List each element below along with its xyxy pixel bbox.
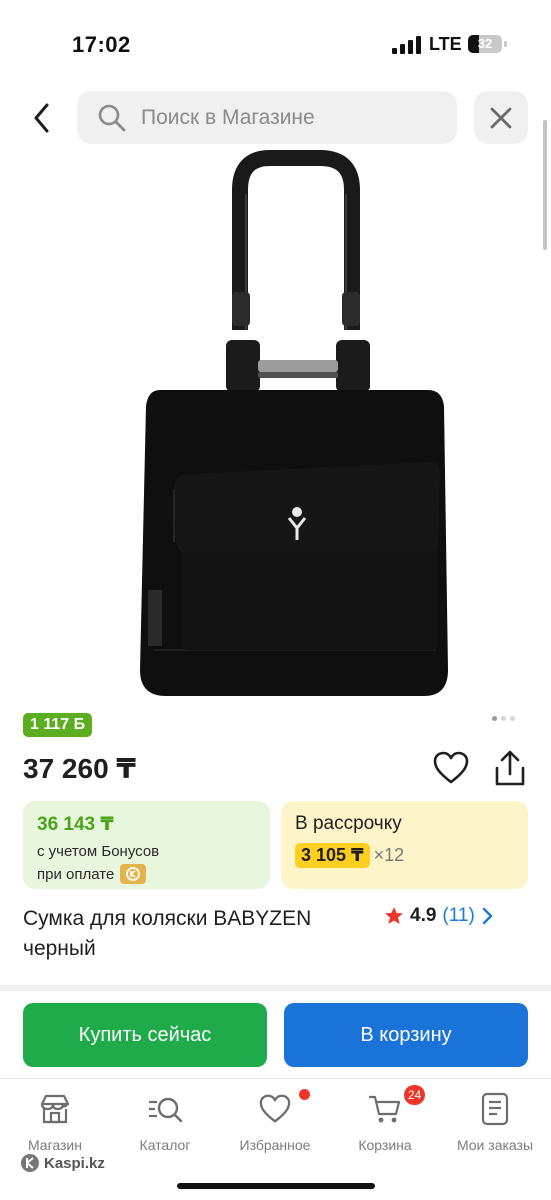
status-bar: 17:02 LTE 32	[0, 0, 551, 88]
installment-card[interactable]: В рассрочку 3 105 ₸ ×12	[281, 801, 528, 889]
cart-icon	[368, 1095, 401, 1123]
tab-shop[interactable]: Магазин	[0, 1091, 110, 1153]
network-label: LTE	[429, 34, 462, 54]
add-to-cart-button[interactable]: В корзину	[284, 1003, 528, 1067]
gallery-dot[interactable]	[501, 716, 506, 721]
tab-label: Корзина	[358, 1137, 412, 1153]
signal-icon	[392, 36, 422, 54]
product-rating[interactable]: 4.9 (11)	[384, 904, 493, 928]
search-placeholder: Поиск в Магазине	[141, 105, 315, 129]
share-button[interactable]	[492, 750, 528, 788]
installment-title: В рассрочку	[295, 813, 402, 834]
installment-months: ×12	[373, 845, 405, 865]
close-icon	[490, 107, 512, 128]
review-count[interactable]: (11)	[442, 905, 474, 927]
tab-cart[interactable]: 24 Корзина	[330, 1085, 440, 1153]
cart-count-badge: 24	[404, 1085, 426, 1105]
gallery-dot[interactable]	[492, 716, 497, 721]
brand-footer: Kaspi.kz	[20, 1153, 105, 1173]
battery-level: 32	[477, 36, 493, 51]
tab-label: Мои заказы	[456, 1137, 534, 1153]
back-button[interactable]	[22, 96, 62, 140]
favorite-button[interactable]	[433, 751, 469, 785]
clear-search-button[interactable]	[474, 91, 528, 144]
star-icon	[385, 907, 403, 924]
search-input[interactable]: Поиск в Магазине	[77, 91, 457, 144]
kaspi-logo-icon	[120, 864, 147, 884]
search-icon	[98, 104, 126, 131]
product-price: 37 260 ₸	[23, 753, 136, 784]
battery-icon: 32	[468, 35, 502, 53]
home-indicator	[177, 1183, 375, 1189]
bonus-note-payment: при оплате	[37, 865, 115, 883]
stroller-bag-illustration	[140, 150, 448, 696]
product-title: Сумка для коляски BABYZEN черный	[23, 907, 312, 960]
rating-score: 4.9	[410, 905, 437, 926]
installment-amount: 3 105 ₸	[295, 843, 370, 868]
catalog-search-icon	[149, 1097, 183, 1123]
chevron-right-icon	[482, 907, 493, 925]
notification-dot	[299, 1089, 310, 1100]
scroll-indicator	[543, 120, 547, 250]
bonus-badge: 1 117 Б	[23, 713, 93, 737]
heart-icon	[259, 1094, 291, 1123]
kaspi-logo-icon	[21, 1154, 39, 1172]
orders-icon	[481, 1092, 509, 1126]
heart-icon	[433, 751, 469, 784]
gallery-dot[interactable]	[510, 716, 515, 721]
buy-now-button[interactable]: Купить сейчас	[23, 1003, 267, 1067]
brand-name: Kaspi.kz	[44, 1154, 105, 1172]
status-time: 17:02	[72, 32, 131, 57]
tab-label: Каталог	[139, 1137, 191, 1153]
tab-catalog[interactable]: Каталог	[110, 1091, 220, 1153]
tab-label: Избранное	[239, 1137, 311, 1153]
gallery-pagination[interactable]	[492, 716, 515, 721]
section-divider	[0, 985, 551, 991]
battery-tip	[504, 41, 507, 47]
bonus-price-card[interactable]: 36 143 ₸ с учетом Бонусов при оплате	[23, 801, 270, 889]
tab-label: Магазин	[27, 1137, 82, 1153]
tab-orders[interactable]: Мои заказы	[440, 1091, 550, 1153]
bonus-note: с учетом Бонусов	[37, 843, 160, 860]
product-image[interactable]	[90, 150, 470, 700]
chevron-left-icon	[34, 103, 49, 133]
shop-icon	[40, 1094, 70, 1124]
share-icon	[495, 750, 525, 786]
bottom-tab-bar: Магазин Каталог Избранное 24 Корзина Мои…	[0, 1078, 551, 1200]
tab-favorites[interactable]: Избранное	[220, 1089, 330, 1153]
bonus-price: 36 143 ₸	[37, 814, 114, 835]
